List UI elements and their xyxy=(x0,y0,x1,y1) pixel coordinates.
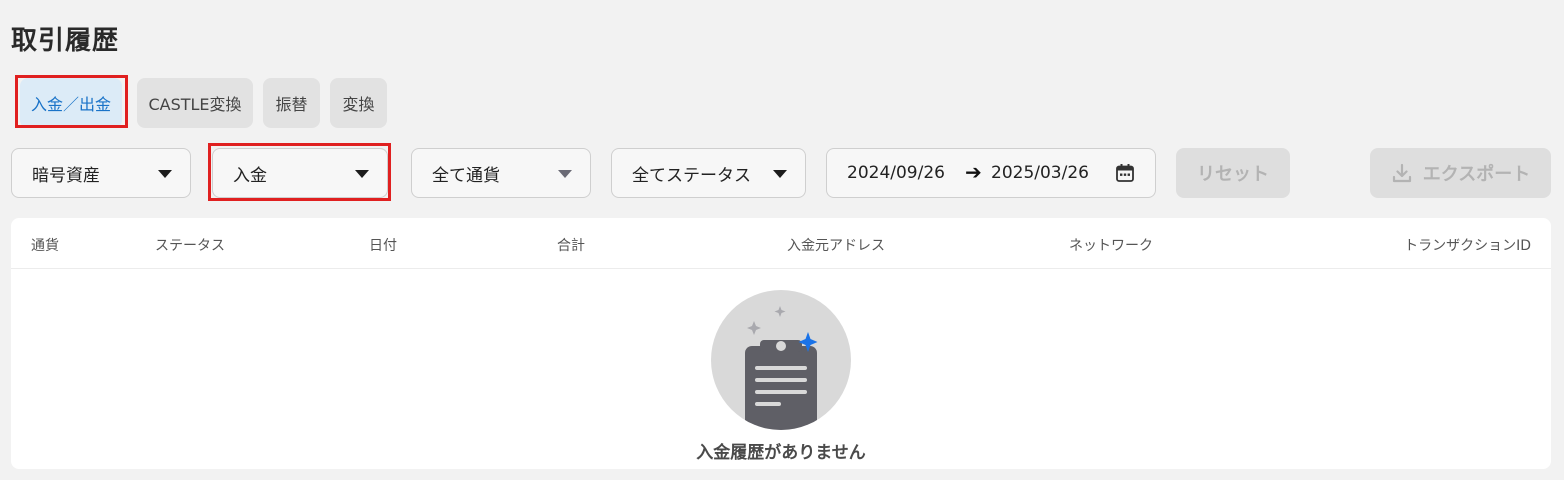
tab-deposit-withdraw[interactable]: 入金／出金 xyxy=(20,78,122,128)
transaction-history-page: 取引履歴 入金／出金 CASTLE変換 振替 変換 暗号資産 入金 全て通貨 全… xyxy=(0,0,1564,480)
column-header-status: ステータス xyxy=(155,238,225,254)
asset-type-select[interactable]: 暗号資産 xyxy=(11,148,191,198)
date-range-picker[interactable]: 2024/09/26 ➔ 2025/03/26 xyxy=(826,148,1156,198)
column-header-total: 合計 xyxy=(557,238,585,254)
column-header-network: ネットワーク xyxy=(1069,238,1153,254)
transactions-table: 通貨 ステータス 日付 合計 入金元アドレス ネットワーク トランザクションID xyxy=(11,218,1551,469)
currency-select[interactable]: 全て通貨 xyxy=(411,148,591,198)
column-header-date: 日付 xyxy=(369,238,397,254)
direction-select[interactable]: 入金 xyxy=(212,148,388,198)
export-button[interactable]: エクスポート xyxy=(1370,148,1551,198)
status-value: 全てステータス xyxy=(632,165,751,186)
caret-down-icon xyxy=(558,170,572,178)
export-label: エクスポート xyxy=(1422,164,1531,185)
currency-value: 全て通貨 xyxy=(432,165,500,186)
date-from: 2024/09/26 xyxy=(847,163,945,183)
empty-state-message: 入金履歴がありません xyxy=(696,443,866,463)
tab-convert[interactable]: 変換 xyxy=(330,78,387,128)
clipboard-icon xyxy=(711,290,851,430)
direction-value: 入金 xyxy=(233,165,267,186)
asset-type-value: 暗号資産 xyxy=(32,165,100,186)
tab-transfer[interactable]: 振替 xyxy=(263,78,320,128)
caret-down-icon xyxy=(355,170,369,178)
download-icon xyxy=(1392,163,1411,183)
status-select[interactable]: 全てステータス xyxy=(611,148,806,198)
table-header: 通貨 ステータス 日付 合計 入金元アドレス ネットワーク トランザクションID xyxy=(11,218,1551,269)
column-header-currency: 通貨 xyxy=(31,238,59,254)
column-header-transaction-id: トランザクションID xyxy=(1404,238,1531,254)
caret-down-icon xyxy=(773,170,787,178)
calendar-icon[interactable] xyxy=(1115,163,1135,183)
arrow-right-icon: ➔ xyxy=(965,160,982,184)
date-to: 2025/03/26 xyxy=(991,163,1089,183)
column-header-source-address: 入金元アドレス xyxy=(787,238,885,254)
tab-castle-convert[interactable]: CASTLE変換 xyxy=(137,78,253,128)
caret-down-icon xyxy=(158,170,172,178)
page-title: 取引履歴 xyxy=(11,26,120,56)
reset-button[interactable]: リセット xyxy=(1176,148,1290,198)
